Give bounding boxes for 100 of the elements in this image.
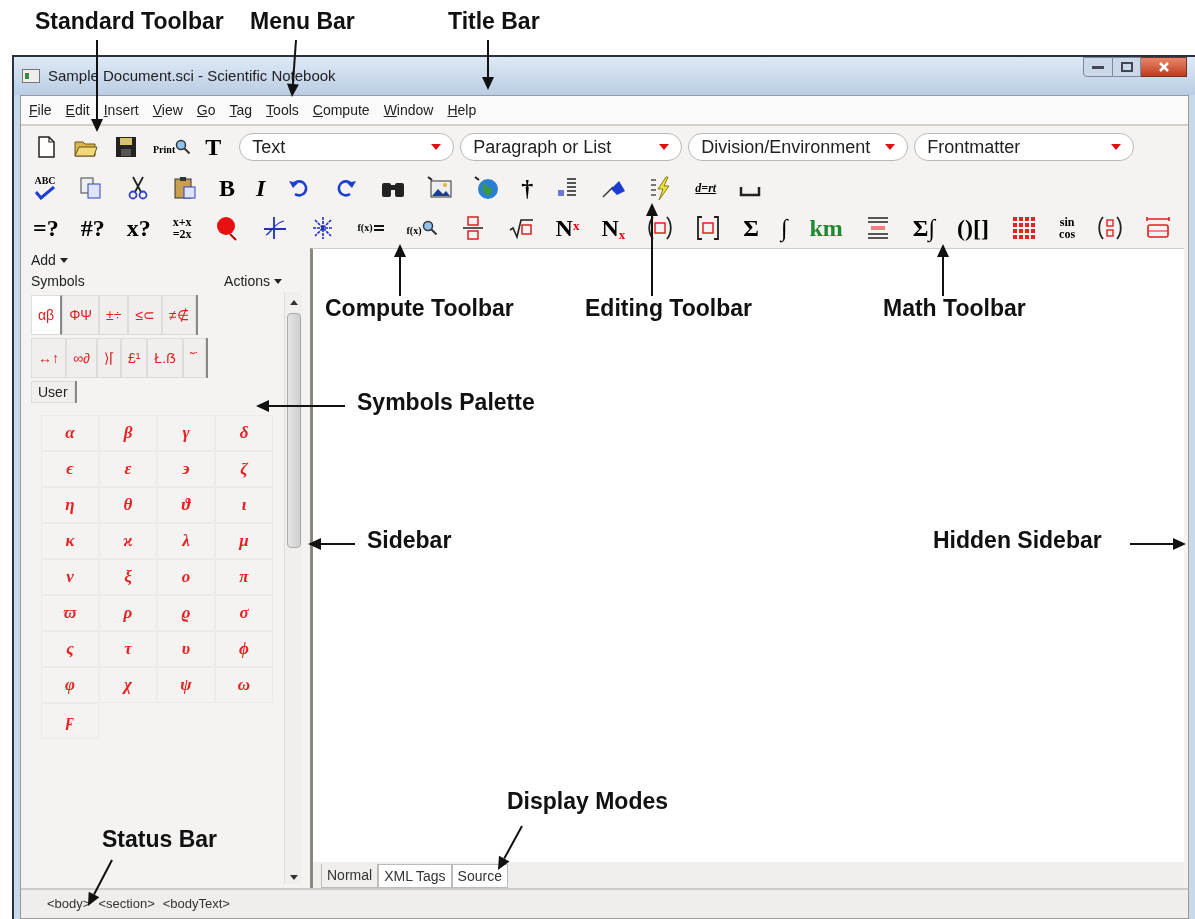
toolbar-button[interactable]: f(x) <box>357 223 385 233</box>
display-mode-tab[interactable]: Source <box>451 864 508 888</box>
symbol-button[interactable]: ϰ <box>99 523 157 559</box>
style-dropdown[interactable]: Division/Environment <box>688 133 909 161</box>
binomial-icon[interactable] <box>1097 215 1124 241</box>
palette-tab[interactable]: ∞∂ <box>66 338 97 378</box>
display-mode-tab[interactable]: XML Tags <box>378 864 452 888</box>
toolbar-button[interactable]: x+x =2x <box>172 216 192 240</box>
toolbar-button[interactable]: ABC <box>33 176 57 200</box>
toolbar-button[interactable]: sin cos <box>1059 216 1076 240</box>
toolbar-button[interactable]: Σ <box>743 216 759 240</box>
parentheses-icon[interactable] <box>647 215 674 241</box>
maximize-button[interactable] <box>1113 57 1141 77</box>
toolbar-button[interactable]: #? <box>80 216 105 240</box>
symbol-button[interactable]: ϖ <box>41 595 99 631</box>
symbol-button[interactable]: ψ <box>157 667 215 703</box>
symbol-button[interactable]: ϱ <box>157 595 215 631</box>
toolbar-button[interactable]: N$^{x}$ <box>555 216 580 240</box>
actions-menu[interactable]: Actions <box>224 271 282 292</box>
symbol-button[interactable]: μ <box>215 523 273 559</box>
toolbar-button[interactable]: B <box>219 176 235 200</box>
globe-icon[interactable] <box>474 175 501 201</box>
palette-tab[interactable]: ΦΨ <box>62 295 100 335</box>
menu-item[interactable]: Tools <box>266 99 299 121</box>
minimize-button[interactable] <box>1083 57 1113 77</box>
palette-tab[interactable]: User <box>31 381 75 403</box>
toolbar-button[interactable]: † <box>521 176 534 200</box>
menu-item[interactable]: File <box>29 99 52 121</box>
symbol-button[interactable]: κ <box>41 523 99 559</box>
symbol-button[interactable]: θ <box>99 487 157 523</box>
palette-tab[interactable]: ˜˙ <box>182 338 207 378</box>
style-dropdown[interactable]: Frontmatter <box>914 133 1135 161</box>
toolbar-button[interactable]: km <box>809 216 843 240</box>
toolbar-button[interactable]: Print <box>153 139 192 155</box>
scroll-down-icon[interactable] <box>289 875 298 880</box>
symbol-button[interactable]: π <box>215 559 273 595</box>
menu-item[interactable]: Edit <box>65 99 90 121</box>
symbol-button[interactable]: σ <box>215 595 273 631</box>
symbol-button[interactable]: υ <box>157 631 215 667</box>
palette-tab[interactable]: αβ <box>31 295 63 335</box>
symbol-button[interactable]: ζ <box>215 451 273 487</box>
menu-item[interactable]: Help <box>447 99 477 121</box>
toolbar-button[interactable]: =? <box>33 216 59 240</box>
clipboard-icon[interactable] <box>172 175 198 201</box>
display-mode-tab[interactable]: Normal <box>321 864 379 888</box>
toolbar-button[interactable]: N$_{x}$ <box>601 216 626 240</box>
style-dropdown[interactable]: Paragraph or List <box>460 133 683 161</box>
scrollbar[interactable] <box>284 292 302 884</box>
symbol-button[interactable]: δ <box>215 415 273 451</box>
matrix-icon[interactable] <box>1011 215 1038 241</box>
menu-item[interactable]: Compute <box>312 99 370 121</box>
scroll-up-icon[interactable] <box>289 300 298 305</box>
menu-item[interactable]: Tag <box>229 99 253 121</box>
palette-tab[interactable]: ↔↑ <box>31 338 66 378</box>
menu-item[interactable]: Go <box>196 99 216 121</box>
palette-tab[interactable]: ≤⊂ <box>128 295 163 335</box>
toolbar-button[interactable]: T <box>205 135 222 159</box>
symbol-button[interactable]: ν <box>41 559 99 595</box>
symbol-button[interactable]: τ <box>99 631 157 667</box>
symbol-button[interactable]: ι <box>215 487 273 523</box>
symbol-button[interactable]: ϵ <box>41 451 99 487</box>
palette-tab[interactable]: ⟩⌈ <box>96 338 121 378</box>
plot-axes-icon[interactable] <box>261 215 288 241</box>
symbol-button[interactable]: ϶ <box>157 451 215 487</box>
toolbar-button[interactable]: f(x) <box>406 220 438 236</box>
symbol-button[interactable]: ς <box>41 631 99 667</box>
palette-tab[interactable]: ±÷ <box>99 295 129 335</box>
menu-item[interactable]: Insert <box>103 99 139 121</box>
symbol-button[interactable]: γ <box>157 415 215 451</box>
stretch-icon[interactable] <box>1145 215 1172 241</box>
symbol-button[interactable]: ρ <box>99 595 157 631</box>
style-dropdown[interactable]: Text <box>239 133 455 161</box>
palette-tab[interactable]: Ł.ẞ <box>147 338 183 378</box>
add-menu[interactable]: Add <box>31 250 68 271</box>
symbol-button[interactable]: χ <box>99 667 157 703</box>
toolbar-button[interactable]: x? <box>126 216 151 240</box>
symbol-button[interactable]: ο <box>157 559 215 595</box>
palette-tab[interactable]: £¹ <box>120 338 148 378</box>
brackets-icon[interactable] <box>695 215 722 241</box>
symbol-button[interactable]: ε <box>99 451 157 487</box>
symbol-button[interactable]: ϑ <box>157 487 215 523</box>
symbol-button[interactable]: α <box>41 415 99 451</box>
symbol-button[interactable]: ϝ <box>41 703 99 739</box>
symbol-button[interactable]: λ <box>157 523 215 559</box>
symbol-button[interactable]: ϕ <box>215 631 273 667</box>
toolbar-button[interactable]: d=rt <box>695 182 717 194</box>
symbol-button[interactable]: φ <box>41 667 99 703</box>
toolbar-button[interactable]: ()[] <box>957 216 990 240</box>
symbol-button[interactable]: ω <box>215 667 273 703</box>
image-icon[interactable] <box>427 175 454 201</box>
close-button[interactable] <box>1141 57 1187 77</box>
toolbar-button[interactable]: I <box>256 176 266 200</box>
symbol-button[interactable]: η <box>41 487 99 523</box>
menu-item[interactable]: Window <box>383 99 434 121</box>
menu-item[interactable]: View <box>152 99 183 121</box>
symbol-button[interactable]: ξ <box>99 559 157 595</box>
palette-tab[interactable]: ≠∉ <box>162 295 196 335</box>
copy-icon[interactable] <box>78 175 104 201</box>
symbol-button[interactable]: β <box>99 415 157 451</box>
scroll-thumb[interactable] <box>286 313 301 548</box>
